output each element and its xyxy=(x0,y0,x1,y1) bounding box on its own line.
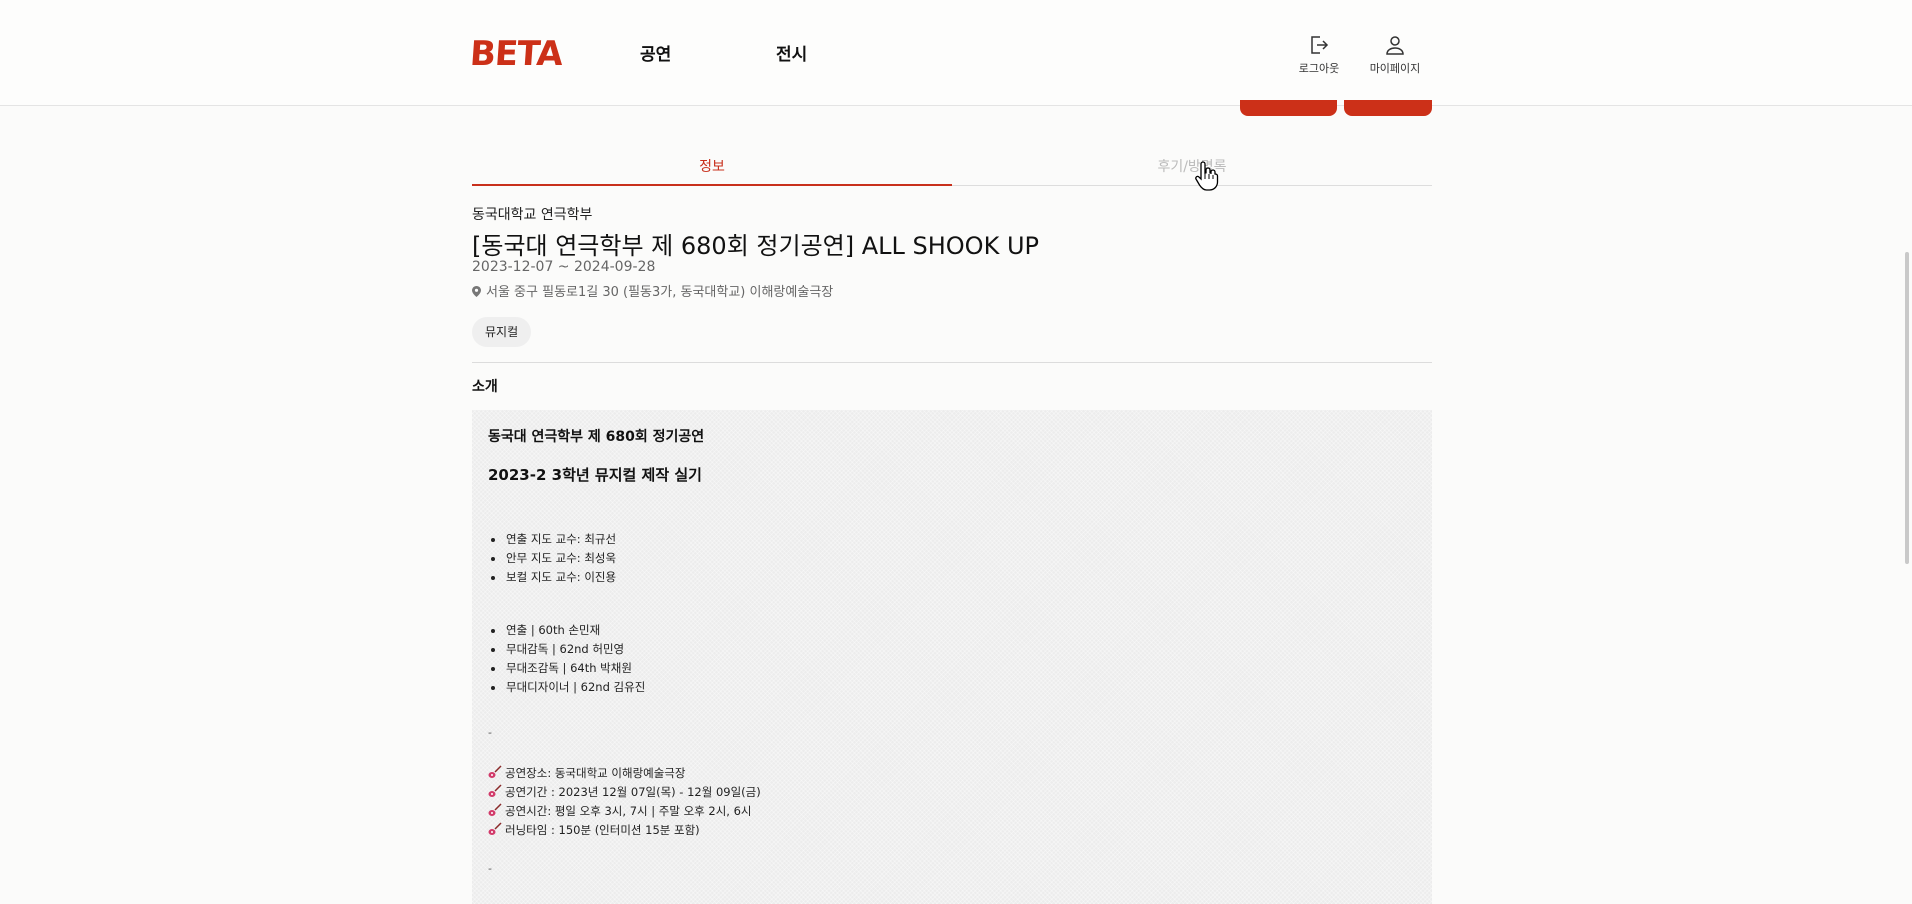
list-item: 보컬 지도 교수: 이진용 xyxy=(488,568,616,587)
genre-tag[interactable]: 뮤지컬 xyxy=(472,317,532,347)
list-item: 무대감독 | 62nd 허민영 xyxy=(488,640,645,659)
divider xyxy=(472,362,1432,363)
logout-label: 로그아웃 xyxy=(1298,62,1340,75)
page-scrollbar[interactable] xyxy=(1902,106,1912,904)
hand-cursor-icon xyxy=(1195,161,1219,191)
location-pin-icon xyxy=(472,286,481,297)
list-item: 연출 지도 교수: 최규선 xyxy=(488,530,616,549)
user-icon xyxy=(1386,36,1404,55)
professor-list: 연출 지도 교수: 최규선 안무 지도 교수: 최성욱 보컬 지도 교수: 이진… xyxy=(488,530,616,587)
list-item: 연출 | 60th 손민재 xyxy=(488,621,645,640)
scrollbar-thumb[interactable] xyxy=(1905,252,1909,564)
nav-exhibition[interactable]: 전시 xyxy=(776,40,807,65)
detail-text: 공연장소: 동국대학교 이해랑예술극장 xyxy=(505,766,686,780)
intro-description: 동국대 연극학부 제 680회 정기공연 2023-2 3학년 뮤지컬 제작 실… xyxy=(472,410,1432,904)
address-text: 서울 중구 필동로1길 30 (필동3가, 동국대학교) 이해랑예술극장 xyxy=(486,285,834,300)
guitar-icon xyxy=(488,803,502,816)
event-title: [동국대 연극학부 제 680회 정기공연] ALL SHOOK UP xyxy=(472,232,1039,260)
intro-line-2: 2023-2 3학년 뮤지컬 제작 실기 xyxy=(488,466,702,484)
detail-row: 공연기간 : 2023년 12월 07일(목) - 12월 09일(금) xyxy=(488,783,761,802)
intro-heading: 소개 xyxy=(472,379,498,395)
list-item: 무대조감독 | 64th 박채원 xyxy=(488,659,645,678)
mypage-label: 마이페이지 xyxy=(1369,62,1421,75)
mypage-button[interactable]: 마이페이지 xyxy=(1360,34,1430,76)
list-item: 무대디자이너 | 62nd 김유진 xyxy=(488,678,645,697)
event-dates: 2023-12-07 ~ 2024-09-28 xyxy=(472,259,656,275)
logout-button[interactable]: 로그아웃 xyxy=(1284,34,1354,76)
organizer: 동국대학교 연극학부 xyxy=(472,207,593,223)
guitar-icon xyxy=(488,765,502,778)
detail-text: 공연시간: 평일 오후 3시, 7시 | 주말 오후 2시, 6시 xyxy=(505,804,752,818)
detail-row: 러닝타임 : 150분 (인터미션 15분 포함) xyxy=(488,821,761,840)
intro-line-1: 동국대 연극학부 제 680회 정기공연 xyxy=(488,429,705,445)
detail-row: 공연장소: 동국대학교 이해랑예술극장 xyxy=(488,764,761,783)
detail-text: 러닝타임 : 150분 (인터미션 15분 포함) xyxy=(505,823,700,837)
staff-list: 연출 | 60th 손민재 무대감독 | 62nd 허민영 무대조감독 | 64… xyxy=(488,621,645,697)
logout-icon xyxy=(1311,36,1329,54)
event-address: 서울 중구 필동로1길 30 (필동3가, 동국대학교) 이해랑예술극장 xyxy=(472,281,833,300)
site-header: BETA 공연 전시 로그아웃 마이페이지 xyxy=(0,0,1912,106)
tab-info[interactable]: 정보 xyxy=(472,150,952,186)
performance-details: 공연장소: 동국대학교 이해랑예술극장 공연기간 : 2023년 12월 07일… xyxy=(488,764,761,840)
beta-logo[interactable]: BETA xyxy=(469,34,564,74)
list-item: 안무 지도 교수: 최성욱 xyxy=(488,549,616,568)
detail-text: 공연기간 : 2023년 12월 07일(목) - 12월 09일(금) xyxy=(505,785,761,799)
action-button-1[interactable] xyxy=(1240,100,1337,116)
nav-performance[interactable]: 공연 xyxy=(640,40,671,65)
detail-row: 공연시간: 평일 오후 3시, 7시 | 주말 오후 2시, 6시 xyxy=(488,802,761,821)
action-button-2[interactable] xyxy=(1344,100,1432,116)
guitar-icon xyxy=(488,784,502,797)
detail-tabs: 정보 후기/방명록 xyxy=(472,150,1432,186)
separator-dash: - xyxy=(488,862,492,875)
separator-dash: - xyxy=(488,726,492,739)
guitar-icon xyxy=(488,822,502,835)
tab-review[interactable]: 후기/방명록 xyxy=(952,150,1432,186)
